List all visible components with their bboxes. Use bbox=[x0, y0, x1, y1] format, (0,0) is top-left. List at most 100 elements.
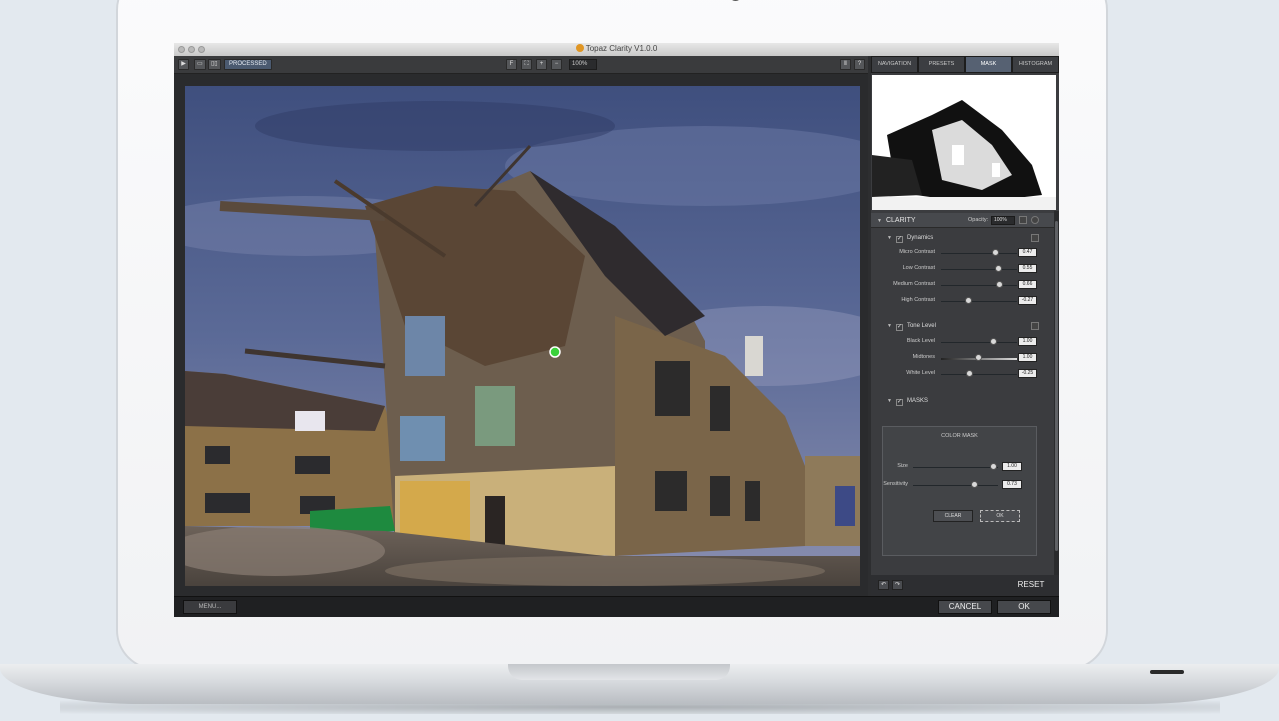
reset-button[interactable]: RESET bbox=[1009, 579, 1053, 591]
slider-row-micro-contrast: Micro Contrast 0.47 bbox=[871, 247, 1059, 259]
masks-header[interactable]: ▼ ✓ MASKS bbox=[871, 394, 1059, 408]
tone-level-title: Tone Level bbox=[906, 323, 936, 329]
slider-track[interactable] bbox=[941, 342, 1017, 343]
opacity-label: Opacity: bbox=[968, 217, 989, 223]
zoom-in-icon[interactable]: + bbox=[536, 59, 547, 70]
slider-label: Medium Contrast bbox=[893, 281, 935, 287]
slider-track[interactable] bbox=[913, 485, 998, 486]
edited-photo[interactable] bbox=[185, 86, 860, 586]
slider-row-high-contrast: High Contrast -0.27 bbox=[871, 295, 1059, 307]
slider-track[interactable] bbox=[941, 269, 1017, 270]
clear-mask-button[interactable]: CLEAR bbox=[933, 510, 973, 522]
slider-value-field[interactable]: 0.73 bbox=[1002, 480, 1022, 489]
right-panel: NAVIGATION PRESETS MASK HISTOGRAM ▼ CLARI… bbox=[871, 56, 1059, 596]
slider-value-field[interactable]: 0.55 bbox=[1018, 264, 1037, 273]
dynamics-reset-icon[interactable] bbox=[1031, 234, 1039, 242]
slider-row-black-level: Black Level 1.00 bbox=[871, 336, 1059, 348]
slider-track[interactable] bbox=[941, 285, 1017, 286]
ruined-building-photo bbox=[185, 86, 860, 586]
slider-knob[interactable] bbox=[965, 370, 973, 377]
slider-knob[interactable] bbox=[975, 354, 982, 361]
slider-row-medium-contrast: Medium Contrast 0.66 bbox=[871, 279, 1059, 291]
zoom-out-icon[interactable]: − bbox=[551, 59, 562, 70]
slider-row-white-level: White Level -0.25 bbox=[871, 368, 1059, 380]
clarity-title: CLARITY bbox=[885, 217, 916, 224]
opacity-dropdown-icon[interactable] bbox=[1019, 216, 1027, 224]
tab-histogram[interactable]: HISTOGRAM bbox=[1012, 56, 1059, 73]
slider-knob[interactable] bbox=[991, 249, 999, 256]
slider-track[interactable] bbox=[941, 253, 1017, 254]
processed-view-button[interactable]: PROCESSED bbox=[224, 59, 272, 70]
zoom-level-field[interactable]: 100% bbox=[569, 59, 597, 70]
slider-knob[interactable] bbox=[994, 265, 1002, 272]
slider-row-low-contrast: Low Contrast 0.55 bbox=[871, 263, 1059, 275]
toggle-panel-arrow-icon[interactable]: ▶ bbox=[178, 59, 189, 70]
slider-label: Size bbox=[897, 463, 908, 469]
opacity-field[interactable]: 100% bbox=[991, 216, 1015, 225]
slider-track[interactable] bbox=[941, 374, 1017, 375]
laptop-led bbox=[1150, 670, 1184, 674]
slider-label: Midtones bbox=[912, 354, 935, 360]
slider-track[interactable] bbox=[941, 301, 1017, 302]
masks-title: MASKS bbox=[906, 398, 928, 404]
slider-value-field[interactable]: 0.66 bbox=[1018, 280, 1037, 289]
redo-icon[interactable]: ↷ bbox=[892, 580, 903, 590]
panel-scrollbar[interactable] bbox=[1054, 211, 1059, 576]
slider-label: Micro Contrast bbox=[899, 249, 935, 255]
dynamics-checkbox[interactable]: ✓ bbox=[895, 236, 903, 243]
mask-preview bbox=[872, 75, 1056, 210]
clarity-section-header[interactable]: ▼ CLARITY Opacity: 100% bbox=[871, 213, 1059, 228]
scrollbar-thumb[interactable] bbox=[1055, 221, 1058, 551]
slider-label: Black Level bbox=[906, 338, 935, 344]
slider-value-field[interactable]: -0.27 bbox=[1018, 296, 1037, 305]
slider-knob[interactable] bbox=[990, 338, 998, 345]
tab-presets[interactable]: PRESETS bbox=[918, 56, 965, 73]
ok-mask-button[interactable]: OK bbox=[980, 510, 1020, 522]
slider-label: White Level bbox=[906, 370, 935, 376]
slider-knob[interactable] bbox=[989, 463, 997, 470]
fit-button[interactable]: F bbox=[506, 59, 517, 70]
section-reset-icon[interactable] bbox=[1031, 216, 1039, 224]
slider-row-sensitivity: Sensitivity 0.73 bbox=[883, 479, 1038, 491]
slider-label: Low Contrast bbox=[902, 265, 935, 271]
slider-knob[interactable] bbox=[996, 281, 1004, 288]
tone-level-header[interactable]: ▼ ✓ Tone Level bbox=[871, 319, 1059, 333]
mask-preview-image bbox=[872, 75, 1056, 210]
fullscreen-icon[interactable]: ⛶ bbox=[521, 59, 532, 70]
cancel-button[interactable]: CANCEL bbox=[938, 600, 992, 614]
slider-value-field[interactable]: 1.00 bbox=[1018, 353, 1037, 362]
collapse-arrow-icon: ▼ bbox=[887, 323, 892, 329]
laptop-hinge-notch bbox=[508, 664, 730, 680]
help-icon[interactable]: ? bbox=[854, 59, 865, 70]
dynamics-header[interactable]: ▼ ✓ Dynamics bbox=[871, 231, 1059, 245]
window-title: Topaz Clarity V1.0.0 bbox=[174, 44, 1059, 53]
ok-button[interactable]: OK bbox=[997, 600, 1051, 614]
slider-track[interactable] bbox=[913, 467, 998, 468]
pause-icon[interactable]: Ⅱ bbox=[840, 59, 851, 70]
slider-row-midtones: Midtones 1.00 bbox=[871, 352, 1059, 364]
collapse-arrow-icon: ▼ bbox=[887, 235, 892, 241]
masks-checkbox[interactable]: ✓ bbox=[895, 399, 903, 406]
slider-label: High Contrast bbox=[901, 297, 935, 303]
image-canvas[interactable] bbox=[174, 74, 868, 596]
panel-tabs: NAVIGATION PRESETS MASK HISTOGRAM bbox=[871, 56, 1059, 73]
slider-value-field[interactable]: -0.25 bbox=[1018, 369, 1037, 378]
tone-level-reset-icon[interactable] bbox=[1031, 322, 1039, 330]
tab-navigation[interactable]: NAVIGATION bbox=[871, 56, 918, 73]
slider-knob[interactable] bbox=[971, 481, 979, 488]
tab-mask[interactable]: MASK bbox=[965, 56, 1012, 73]
single-view-button[interactable]: ▭ bbox=[194, 59, 206, 70]
slider-row-size: Size 1.00 bbox=[883, 461, 1038, 473]
slider-knob[interactable] bbox=[965, 297, 973, 304]
tone-level-checkbox[interactable]: ✓ bbox=[895, 324, 903, 331]
split-view-button[interactable]: ▯▯ bbox=[208, 59, 221, 70]
slider-label: Sensitivity bbox=[883, 481, 908, 487]
menu-button[interactable]: MENU... bbox=[183, 600, 237, 614]
slider-value-field[interactable]: 1.00 bbox=[1018, 337, 1037, 346]
panel-footer: ↶ ↷ RESET bbox=[871, 575, 1059, 596]
color-mask-box: COLOR MASK Size 1.00 Sensitivity 0.73 CLEAR… bbox=[882, 426, 1037, 556]
undo-icon[interactable]: ↶ bbox=[878, 580, 889, 590]
color-mask-title: COLOR MASK bbox=[941, 433, 978, 439]
slider-value-field[interactable]: 1.00 bbox=[1002, 462, 1022, 471]
slider-value-field[interactable]: 0.47 bbox=[1018, 248, 1037, 257]
